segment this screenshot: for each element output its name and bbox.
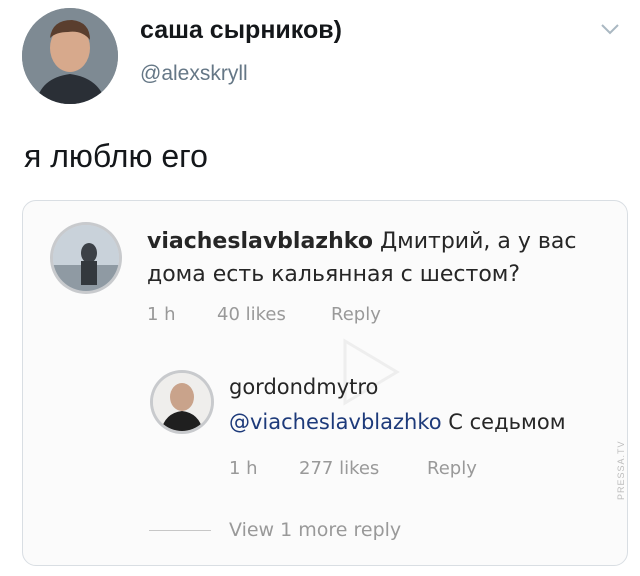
comment-time: 1 h — [147, 304, 176, 325]
comment-text: viacheslavblazhko Дмитрий, а у вас дома … — [147, 225, 607, 291]
reply-button[interactable]: Reply — [427, 458, 477, 479]
avatar-photo — [53, 225, 119, 291]
reply-likes[interactable]: 277 likes — [299, 458, 379, 479]
chevron-down-icon[interactable] — [600, 22, 620, 36]
user-handle[interactable]: @alexskryll — [140, 62, 248, 86]
comment-avatar[interactable] — [53, 225, 119, 291]
avatar-photo — [153, 373, 211, 431]
tweet-header: саша сырников) @alexskryll — [0, 0, 640, 110]
reply-time: 1 h — [229, 458, 258, 479]
avatar[interactable] — [22, 8, 118, 104]
embedded-screenshot: viacheslavblazhko Дмитрий, а у вас дома … — [22, 200, 628, 566]
mention-link[interactable]: @viacheslavblazhko — [229, 410, 442, 434]
watermark: PRESSA.TV — [616, 440, 626, 500]
display-name[interactable]: саша сырников) — [140, 16, 342, 45]
reply-body: С седьмом — [448, 410, 566, 434]
reply-button[interactable]: Reply — [331, 304, 381, 325]
profile-photo — [22, 8, 118, 104]
reply-text: @viacheslavblazhko С седьмом — [229, 406, 566, 439]
comment-username[interactable]: viacheslavblazhko — [147, 229, 373, 254]
reply-avatar[interactable] — [153, 373, 211, 431]
divider — [149, 530, 211, 531]
reply-username[interactable]: gordondmytro — [229, 375, 378, 399]
comment-likes[interactable]: 40 likes — [217, 304, 286, 325]
tweet-text: я люблю его — [24, 138, 208, 174]
view-more-replies[interactable]: View 1 more reply — [229, 519, 401, 541]
